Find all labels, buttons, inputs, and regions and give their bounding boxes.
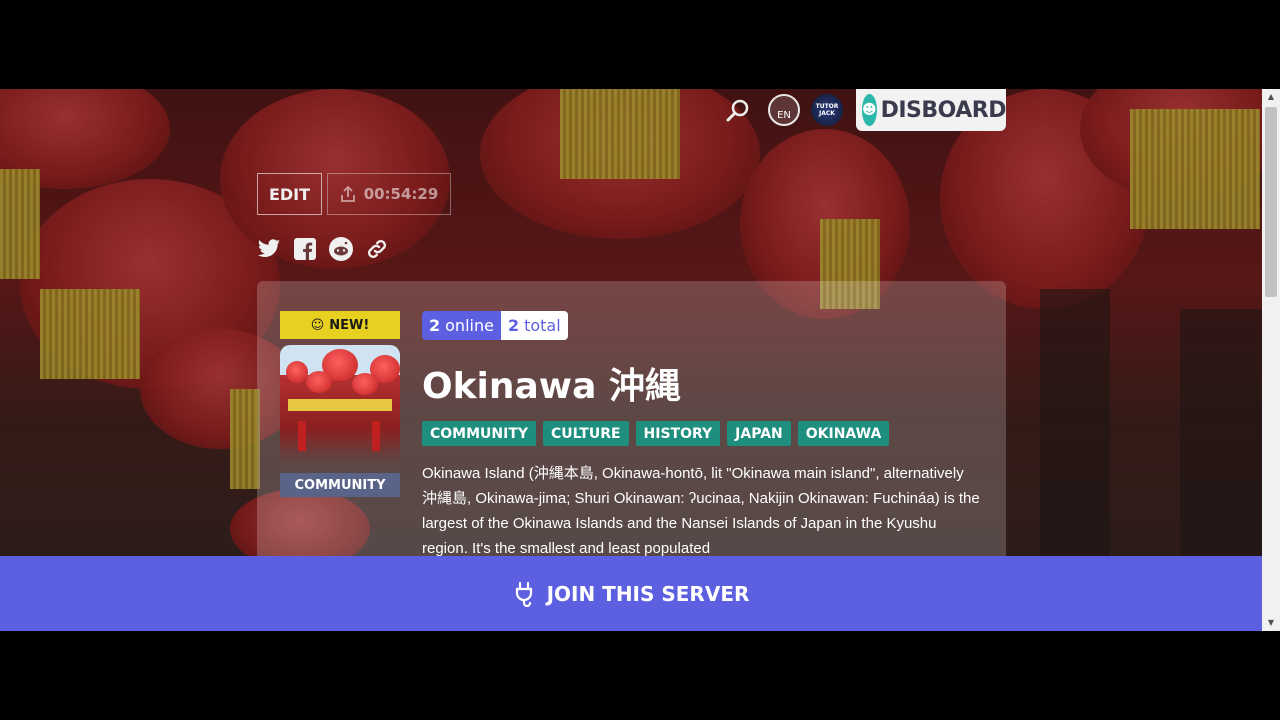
scroll-up-arrow-icon[interactable]: ▲ bbox=[1262, 89, 1280, 105]
join-server-button[interactable]: JOIN THIS SERVER bbox=[0, 556, 1262, 631]
link-icon[interactable] bbox=[365, 237, 389, 261]
upload-icon bbox=[340, 185, 355, 202]
disboard-home-link[interactable]: ☻ DISBOARD bbox=[856, 89, 1007, 131]
member-counts: 2 online 2 total bbox=[422, 311, 568, 340]
online-count: 2 bbox=[429, 316, 441, 335]
total-count-badge: 2 total bbox=[500, 311, 568, 340]
server-name[interactable]: Okinawa 沖縄 bbox=[422, 357, 681, 409]
tag-history[interactable]: HISTORY bbox=[635, 421, 721, 446]
bump-timer: 00:54:29 bbox=[363, 185, 439, 203]
category-label[interactable]: COMMUNITY bbox=[280, 473, 400, 497]
tag-label: OKINAWA bbox=[805, 425, 882, 442]
total-label: total bbox=[524, 316, 561, 335]
user-avatar[interactable]: TUTOR JACK bbox=[811, 94, 843, 126]
page-scrollbar[interactable]: ▲ ▼ bbox=[1262, 89, 1280, 631]
plug-icon bbox=[515, 581, 532, 607]
new-badge: ☺ NEW! bbox=[280, 311, 400, 339]
letterbox-bottom bbox=[0, 631, 1280, 720]
facebook-icon[interactable] bbox=[293, 237, 317, 261]
twitter-icon[interactable] bbox=[257, 237, 281, 261]
reddit-icon[interactable] bbox=[329, 237, 353, 261]
tag-label: JAPAN bbox=[735, 425, 783, 442]
new-badge-label: NEW! bbox=[329, 317, 370, 333]
server-description: Okinawa Island (沖縄本島, Okinawa-hontō, lit… bbox=[422, 465, 980, 557]
join-label: JOIN THIS SERVER bbox=[546, 581, 750, 606]
avatar-label: TUTOR JACK bbox=[815, 103, 839, 117]
tag-list: COMMUNITY CULTURE HISTORY JAPAN OKINAWA bbox=[422, 421, 890, 446]
search-icon[interactable] bbox=[724, 97, 752, 125]
tag-label: CULTURE bbox=[551, 425, 621, 442]
disboard-logo-icon: ☻ bbox=[862, 94, 877, 126]
letterbox-top bbox=[0, 0, 1280, 89]
tag-community[interactable]: COMMUNITY bbox=[422, 421, 537, 446]
bump-button[interactable]: 00:54:29 bbox=[327, 173, 451, 215]
tag-label: COMMUNITY bbox=[430, 425, 529, 442]
share-row bbox=[257, 237, 389, 261]
category-text: COMMUNITY bbox=[294, 477, 386, 493]
scroll-down-arrow-icon[interactable]: ▼ bbox=[1262, 615, 1280, 631]
tag-japan[interactable]: JAPAN bbox=[727, 421, 791, 446]
online-count-badge: 2 online bbox=[422, 311, 501, 340]
brand-name: DISBOARD bbox=[880, 97, 1007, 123]
tag-culture[interactable]: CULTURE bbox=[543, 421, 629, 446]
baby-face-icon: ☺ bbox=[310, 317, 325, 333]
edit-button[interactable]: EDIT bbox=[257, 173, 322, 215]
language-globe-icon[interactable]: EN bbox=[768, 94, 800, 126]
edit-label: EDIT bbox=[268, 184, 311, 204]
server-icon-image[interactable] bbox=[280, 345, 400, 465]
total-count: 2 bbox=[507, 316, 520, 335]
online-label: online bbox=[445, 316, 494, 335]
tag-label: HISTORY bbox=[643, 425, 713, 442]
language-label: EN bbox=[777, 110, 791, 121]
scroll-thumb[interactable] bbox=[1265, 107, 1277, 297]
tag-okinawa[interactable]: OKINAWA bbox=[797, 421, 890, 446]
browser-viewport: EN TUTOR JACK ☻ DISBOARD EDIT 00:54:29 ☺… bbox=[0, 89, 1280, 631]
